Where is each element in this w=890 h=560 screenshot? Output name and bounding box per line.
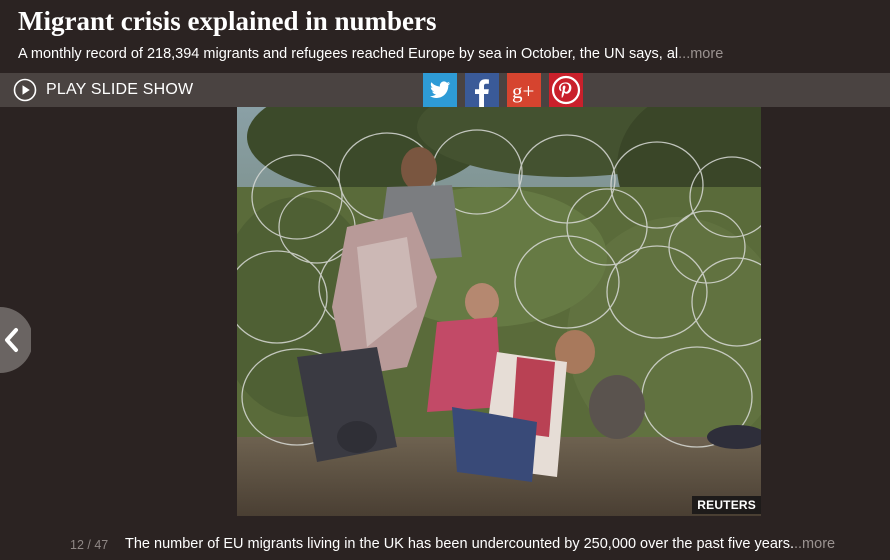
summary-text: A monthly record of 218,394 migrants and… — [18, 46, 679, 62]
caption-text: The number of EU migrants living in the … — [125, 536, 794, 552]
google-plus-glyph: g+ — [512, 79, 534, 103]
share-googleplus-button[interactable]: g+ — [507, 73, 541, 107]
google-plus-icon: g+ — [507, 73, 541, 107]
slideshow-summary: A monthly record of 218,394 migrants and… — [18, 45, 723, 63]
chevron-left-icon — [0, 307, 31, 373]
caption-more-link[interactable]: ..more — [794, 536, 835, 552]
slide-caption: The number of EU migrants living in the … — [125, 536, 835, 552]
previous-slide-button[interactable] — [0, 307, 31, 373]
facebook-f-icon — [465, 73, 499, 107]
play-circle-icon — [13, 78, 37, 102]
share-pinterest-button[interactable] — [549, 73, 583, 107]
photo-credit: REUTERS — [692, 496, 761, 514]
slide-counter: 12 / 47 — [70, 538, 109, 552]
play-slideshow-label: PLAY SLIDE SHOW — [46, 81, 194, 98]
migrants-border-fence-photo — [237, 107, 761, 516]
share-twitter-button[interactable] — [423, 73, 457, 107]
summary-more-link[interactable]: ...more — [678, 46, 723, 62]
slideshow-toolbar: PLAY SLIDE SHOW g+ — [0, 73, 890, 107]
share-facebook-button[interactable] — [465, 73, 499, 107]
page-title: Migrant crisis explained in numbers — [18, 6, 437, 36]
pinterest-p-icon — [549, 73, 583, 107]
play-slideshow-button[interactable]: PLAY SLIDE SHOW — [13, 78, 193, 102]
twitter-bird-icon — [423, 73, 457, 107]
slide-photo: REUTERS — [237, 107, 761, 516]
